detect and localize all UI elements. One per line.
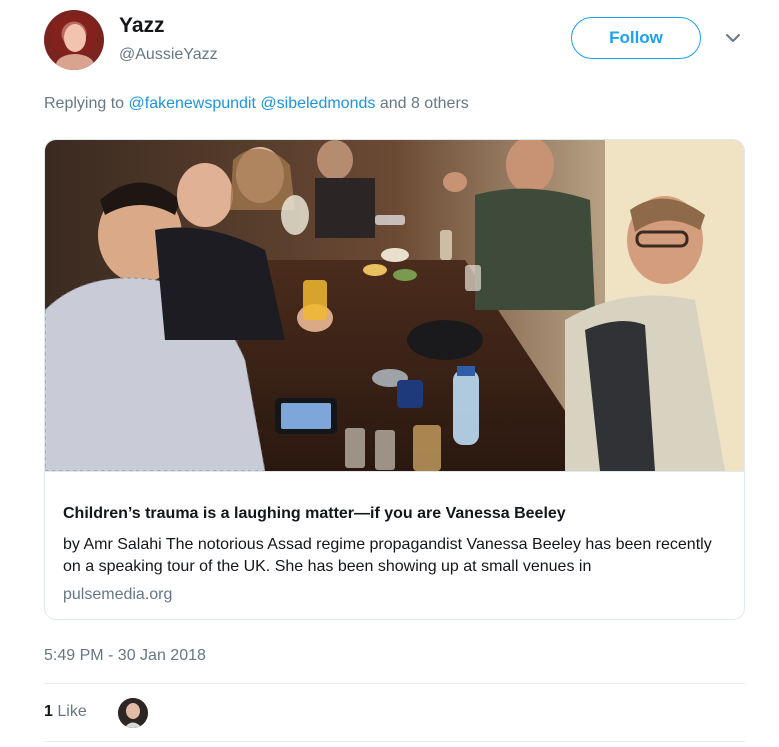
divider <box>44 741 745 742</box>
avatar-face <box>64 24 86 52</box>
liker-avatar-image <box>118 698 148 728</box>
mention-link[interactable]: @fakenewspundit <box>129 95 256 112</box>
avatar[interactable] <box>44 10 104 70</box>
card-image[interactable] <box>45 140 744 472</box>
reply-context: Replying to @fakenewspundit @sibeledmond… <box>44 95 469 113</box>
display-name[interactable]: Yazz <box>119 14 165 38</box>
link-card[interactable]: Children’s trauma is a laughing matter—i… <box>44 139 745 620</box>
tweet: Yazz @AussieYazz Follow Replying to @fak… <box>0 0 779 747</box>
timestamp[interactable]: 5:49 PM - 30 Jan 2018 <box>44 647 206 665</box>
chevron-down-icon[interactable] <box>725 32 741 44</box>
divider <box>44 683 745 684</box>
likes-label: Like <box>57 703 87 720</box>
likes-number: 1 <box>44 703 53 720</box>
reply-prefix: Replying to <box>44 95 125 112</box>
card-text: Children’s trauma is a laughing matter—i… <box>63 504 733 606</box>
reply-others-link[interactable]: and 8 others <box>380 95 469 112</box>
avatar-shoulders <box>56 54 94 70</box>
likes-count[interactable]: 1 Like <box>44 703 87 721</box>
user-handle[interactable]: @AussieYazz <box>119 46 218 64</box>
group-photo <box>45 140 744 471</box>
card-description: by Amr Salahi The notorious Assad regime… <box>63 536 712 575</box>
follow-button[interactable]: Follow <box>571 17 701 59</box>
mention-link[interactable]: @sibeledmonds <box>260 95 375 112</box>
liker-avatar[interactable] <box>118 698 148 728</box>
card-title[interactable]: Children’s trauma is a laughing matter—i… <box>63 504 733 524</box>
card-domain: pulsemedia.org <box>63 586 173 603</box>
